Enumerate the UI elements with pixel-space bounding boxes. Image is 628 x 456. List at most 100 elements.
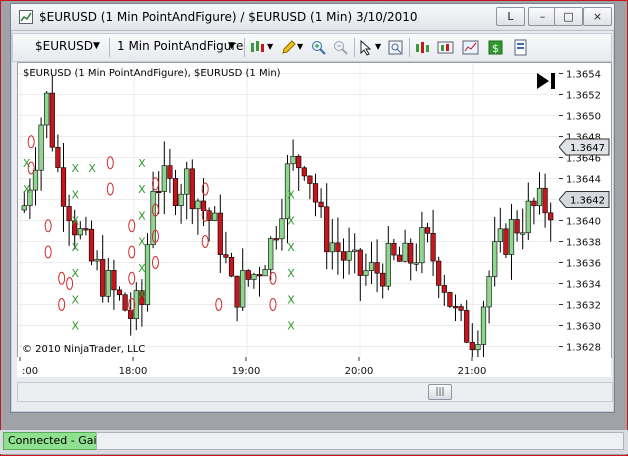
price-bar — [212, 206, 218, 222]
zoom-out-icon[interactable] — [332, 39, 349, 56]
pf-x-column: XXXXXXX — [71, 162, 79, 333]
pf-x-mark: X — [138, 262, 146, 275]
cursor-icon[interactable] — [358, 39, 375, 56]
indicators-icon[interactable] — [414, 39, 431, 56]
bar-body — [391, 242, 397, 256]
maximize-button[interactable]: □ — [554, 7, 583, 26]
price-bar — [262, 265, 268, 277]
scroll-thumb[interactable]: ||| — [428, 384, 452, 400]
bar-body — [268, 238, 274, 270]
bar-body — [83, 228, 89, 231]
instrument-selector[interactable]: $EURUSD — [35, 39, 93, 53]
price-bar — [525, 182, 531, 241]
price-bar — [83, 216, 89, 236]
link-button[interactable]: L — [496, 7, 525, 26]
price-tick-label: 1.3630 — [566, 322, 601, 333]
price-bar — [413, 243, 419, 272]
bar-body — [514, 219, 520, 234]
chart-label: $EURUSD (1 Min PointAndFigure), $EURUSD … — [23, 68, 281, 79]
price-tick-label: 1.3650 — [566, 112, 601, 123]
close-button[interactable]: × — [583, 7, 612, 26]
pf-o-mark — [58, 271, 66, 285]
bar-body — [195, 200, 201, 210]
bar-body — [525, 200, 531, 234]
chart-trader-icon[interactable] — [462, 39, 479, 56]
chevron-down-icon[interactable]: ▼ — [267, 42, 273, 51]
pf-x-mark: X — [287, 241, 295, 254]
play-to-end-icon[interactable] — [535, 71, 557, 91]
pf-o-column — [44, 219, 52, 259]
price-bar — [508, 204, 515, 280]
time-tick-label: 21:00 — [458, 366, 487, 377]
price-bar — [144, 233, 151, 312]
bar-style-icon[interactable] — [249, 39, 266, 56]
bar-body — [447, 292, 453, 307]
price-bar — [464, 300, 470, 344]
price-bar — [497, 207, 503, 253]
data-box-icon[interactable]: $ — [487, 39, 504, 56]
price-bar — [184, 161, 190, 220]
chevron-down-icon[interactable]: ▼ — [375, 42, 381, 51]
price-marker-label: 1.3642 — [570, 196, 605, 207]
bar-body — [100, 259, 106, 297]
chevron-down-icon[interactable]: ▼ — [93, 41, 100, 51]
drawing-pencil-icon[interactable] — [280, 39, 297, 56]
price-bar — [419, 211, 425, 274]
bar-body — [301, 167, 307, 177]
price-bar — [357, 248, 363, 302]
zoom-in-icon[interactable] — [310, 39, 327, 56]
price-marker-label: 1.3647 — [570, 143, 605, 154]
chevron-down-icon[interactable]: ▼ — [228, 41, 235, 51]
price-tick-label: 1.3628 — [566, 343, 601, 354]
pf-x-mark: X — [71, 162, 79, 175]
time-axis[interactable]: :00 18:00 19:00 20:00 21:00 — [17, 357, 611, 377]
bar-body — [503, 228, 509, 255]
bar-body — [245, 270, 251, 280]
bar-body — [228, 256, 235, 277]
bar-body — [296, 155, 302, 169]
bar-body — [542, 187, 548, 214]
horizontal-scrollbar[interactable]: ||| — [17, 382, 613, 402]
price-bar — [200, 178, 207, 227]
price-bar — [475, 330, 481, 357]
bar-body — [111, 270, 117, 291]
chart-app-icon — [19, 10, 33, 24]
bar-body — [508, 219, 515, 255]
price-bar — [189, 159, 195, 225]
bar-body — [273, 238, 279, 241]
chevron-down-icon[interactable]: ▼ — [297, 42, 303, 51]
bar-body — [94, 259, 100, 262]
properties-icon[interactable] — [387, 39, 404, 56]
price-bar — [100, 235, 106, 303]
price-bar — [32, 147, 39, 206]
pf-o-mark — [106, 182, 114, 196]
price-bar — [178, 183, 184, 224]
price-axis[interactable]: 1.3654 1.3652 1.3650 1.3648 1.3646 1.3644 1.36… — [558, 62, 612, 358]
bar-body — [368, 262, 375, 271]
chart-plot-area[interactable]: XXXXXXXXXXXXXXXXXXXXXX $EURUSD (1 Min Po… — [17, 62, 560, 358]
price-bar — [408, 238, 414, 281]
pf-x-mark: X — [138, 288, 146, 301]
pf-x-mark: X — [138, 236, 146, 249]
window-titlebar[interactable]: $EURUSD (1 Min PointAndFigure) / $EURUSD… — [11, 4, 614, 31]
bar-body — [475, 344, 481, 351]
pf-o-mark — [44, 245, 52, 259]
price-bar — [273, 225, 279, 250]
strategies-icon[interactable] — [437, 39, 454, 56]
bar-body — [212, 212, 218, 221]
price-bar — [492, 216, 498, 287]
period-selector[interactable]: 1 Min PointAndFigure — [117, 39, 243, 53]
statusbar: Connected - Gain — [0, 430, 628, 454]
price-bar — [458, 303, 464, 322]
price-bar — [60, 142, 67, 232]
price-bar — [396, 246, 403, 262]
price-bar — [335, 217, 341, 275]
bar-body — [150, 190, 156, 245]
window-properties-icon[interactable] — [512, 39, 529, 56]
price-bar — [469, 323, 475, 357]
price-bar — [346, 227, 352, 275]
price-bar — [139, 279, 145, 327]
minimize-button[interactable]: – — [528, 7, 557, 26]
bar-body — [217, 212, 223, 255]
bar-body — [105, 270, 111, 297]
